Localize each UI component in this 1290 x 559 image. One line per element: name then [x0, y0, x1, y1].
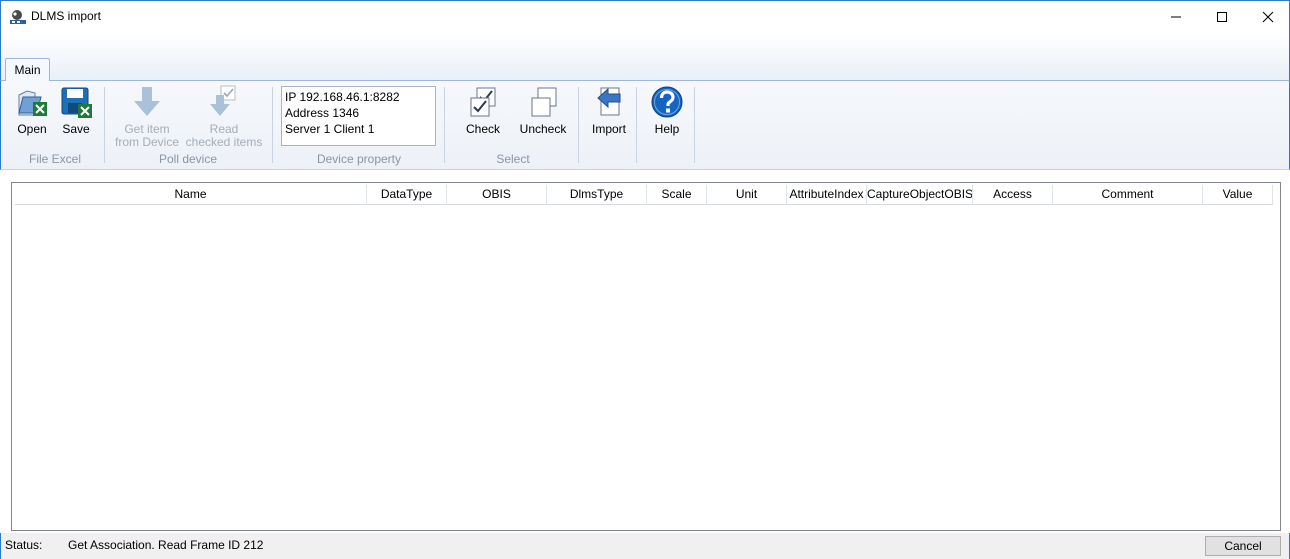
- window-title: DLMS import: [31, 9, 102, 23]
- ribbon-separator: [694, 87, 695, 163]
- column-header-attributeindex[interactable]: AttributeIndex: [787, 185, 867, 205]
- help-label: Help: [654, 122, 680, 136]
- save-label: Save: [62, 122, 90, 136]
- device-server-client: Server 1 Client 1: [285, 122, 375, 136]
- ribbon-separator: [272, 87, 273, 163]
- save-button[interactable]: Save: [57, 85, 95, 136]
- save-excel-icon: [61, 87, 92, 118]
- read-label-line2: checked items: [185, 135, 263, 149]
- gurux-icon: [10, 10, 26, 24]
- group-label-file-excel: File Excel: [28, 152, 81, 166]
- check-button[interactable]: Check: [463, 85, 503, 136]
- title-bar: DLMS import: [0, 0, 1290, 32]
- help-button[interactable]: Help: [647, 85, 687, 136]
- open-label: Open: [17, 122, 47, 136]
- import-icon: [597, 87, 621, 116]
- ribbon-separator: [636, 87, 637, 163]
- ribbon-tab-strip: [0, 32, 1290, 84]
- close-icon: [1262, 11, 1274, 23]
- column-header-value[interactable]: Value: [1203, 185, 1273, 205]
- status-text: Get Association. Read Frame ID 212: [68, 538, 264, 552]
- items-grid[interactable]: Name DataType OBIS DlmsType Scale Unit A…: [11, 182, 1281, 531]
- status-label: Status:: [5, 538, 43, 552]
- cancel-button[interactable]: Cancel: [1205, 536, 1281, 556]
- read-label-line1: Read: [209, 122, 239, 136]
- group-label-poll-device: Poll device: [158, 152, 218, 166]
- column-header-captureobjectobis[interactable]: CaptureObjectOBIS: [867, 185, 973, 205]
- ribbon-separator: [444, 87, 445, 163]
- column-header-scale[interactable]: Scale: [647, 185, 707, 205]
- open-button[interactable]: Open: [12, 85, 52, 136]
- ribbon-separator: [104, 87, 105, 163]
- status-bar: Status: Get Association. Read Frame ID 2…: [0, 533, 1290, 559]
- read-checked-items-button[interactable]: Read checked items: [185, 85, 263, 149]
- ribbon: Open Save File Excel Get item from Devic…: [0, 80, 1290, 170]
- grid-header: Name DataType OBIS DlmsType Scale Unit A…: [15, 185, 1273, 205]
- help-icon: [651, 86, 683, 118]
- check-label: Check: [465, 122, 500, 136]
- ribbon-separator: [578, 87, 579, 163]
- tab-main[interactable]: Main: [5, 58, 50, 81]
- column-header-unit[interactable]: Unit: [707, 185, 787, 205]
- column-header-obis[interactable]: OBIS: [447, 185, 547, 205]
- column-header-datatype[interactable]: DataType: [367, 185, 447, 205]
- close-button[interactable]: [1245, 1, 1290, 33]
- group-label-select: Select: [496, 152, 530, 166]
- maximize-icon: [1217, 12, 1227, 22]
- import-button[interactable]: Import: [587, 85, 631, 136]
- maximize-button[interactable]: [1199, 1, 1245, 33]
- open-excel-icon: [18, 90, 47, 116]
- uncheck-label: Uncheck: [519, 122, 567, 136]
- device-address: Address 1346: [285, 106, 360, 120]
- minimize-icon: [1171, 16, 1181, 18]
- import-label: Import: [591, 122, 626, 136]
- read-checked-icon: [210, 85, 236, 116]
- check-icon: [470, 87, 496, 117]
- get-item-from-device-button[interactable]: Get item from Device: [111, 85, 183, 149]
- column-header-name[interactable]: Name: [15, 185, 367, 205]
- down-arrow-icon: [134, 87, 160, 116]
- get-item-label-line2: from Device: [114, 135, 179, 149]
- device-ip: IP 192.168.46.1:8282: [285, 90, 400, 104]
- minimize-button[interactable]: [1153, 1, 1199, 33]
- get-item-label-line1: Get item: [124, 122, 170, 136]
- column-header-access[interactable]: Access: [973, 185, 1053, 205]
- group-label-device-property: Device property: [316, 152, 402, 166]
- column-header-comment[interactable]: Comment: [1053, 185, 1203, 205]
- device-property-box[interactable]: IP 192.168.46.1:8282 Address 1346 Server…: [281, 86, 436, 146]
- uncheck-icon: [531, 87, 557, 117]
- uncheck-button[interactable]: Uncheck: [516, 85, 570, 136]
- column-header-dlmstype[interactable]: DlmsType: [547, 185, 647, 205]
